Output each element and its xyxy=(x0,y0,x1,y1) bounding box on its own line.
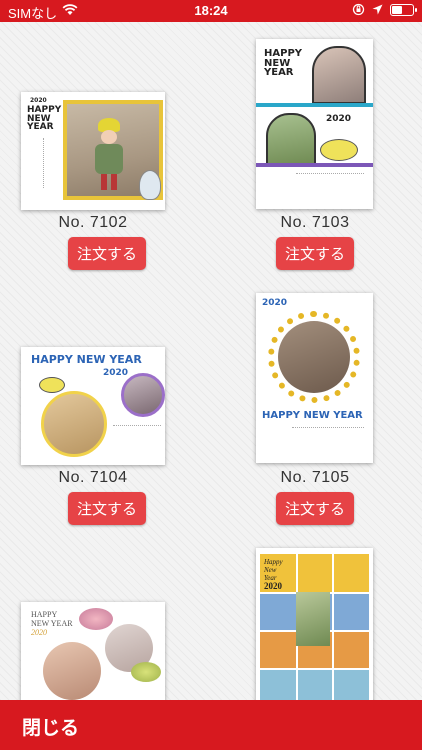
card-photo-frame xyxy=(268,311,360,403)
card-address-block xyxy=(113,425,161,456)
order-button[interactable]: 注文する xyxy=(276,492,354,525)
card-stripe xyxy=(256,163,373,167)
product-card-7104[interactable]: HAPPY NEW YEAR 2020 xyxy=(21,347,165,465)
card-photo xyxy=(121,373,165,417)
location-icon xyxy=(372,4,383,15)
product-grid[interactable]: 2020 HAPPY NEW YEAR No. 7102 注文する HAPPY … xyxy=(0,22,422,700)
card-greeting-text: HAPPY NEW YEAR xyxy=(31,353,142,366)
card-year-text: 2020 xyxy=(30,97,47,104)
card-address-block xyxy=(43,138,64,188)
product-card-7105[interactable]: 2020 HAPPY NEW YEAR xyxy=(256,293,373,463)
order-button[interactable]: 注文する xyxy=(276,237,354,270)
card-year-text: 2020 xyxy=(326,114,352,124)
card-photo xyxy=(278,321,350,393)
order-button[interactable]: 注文する xyxy=(68,492,146,525)
card-mouse-illustration xyxy=(320,139,358,161)
card-greeting-text: HAPPY NEW YEAR xyxy=(264,48,303,78)
product-number: No. 7103 xyxy=(280,214,350,231)
product-card-7102[interactable]: 2020 HAPPY NEW YEAR xyxy=(21,92,165,210)
card-photo xyxy=(296,592,330,646)
card-stripe xyxy=(256,103,373,107)
card-greeting-text: HAPPY NEW YEAR xyxy=(262,410,363,421)
product-card[interactable]: Happy New Year 2020 xyxy=(256,548,373,700)
card-address-block xyxy=(292,427,364,458)
card-photo xyxy=(41,391,107,457)
product-number: No. 7105 xyxy=(280,469,350,486)
product-number: No. 7102 xyxy=(58,214,128,231)
card-year-text: 2020 xyxy=(103,368,129,378)
battery-icon xyxy=(390,3,417,16)
card-greeting-text: HAPPY NEW YEAR 2020 xyxy=(31,610,73,637)
card-greeting-text: HAPPY NEW YEAR xyxy=(27,105,62,133)
card-mouse-illustration xyxy=(139,170,161,200)
rotation-lock-icon xyxy=(352,3,365,16)
card-greeting-text: Happy New Year 2020 xyxy=(264,558,283,591)
close-button[interactable]: 閉じる xyxy=(22,713,79,740)
product-card-7103[interactable]: HAPPY NEW YEAR 2020 xyxy=(256,39,373,209)
card-year-text: 2020 xyxy=(262,298,288,308)
card-photo xyxy=(312,46,366,104)
order-button[interactable]: 注文する xyxy=(68,237,146,270)
card-hedgehog-illustration xyxy=(79,608,113,630)
product-card[interactable]: HAPPY NEW YEAR 2020 xyxy=(21,602,165,700)
product-number: No. 7104 xyxy=(58,469,128,486)
card-photo xyxy=(43,642,101,700)
card-hedgehog-illustration xyxy=(131,662,161,682)
card-address-block xyxy=(296,173,364,204)
card-photo xyxy=(266,113,316,167)
close-bar[interactable]: 閉じる xyxy=(0,700,422,750)
status-bar: SIMなし 18:24 xyxy=(0,0,422,22)
card-mouse-illustration xyxy=(39,377,65,393)
